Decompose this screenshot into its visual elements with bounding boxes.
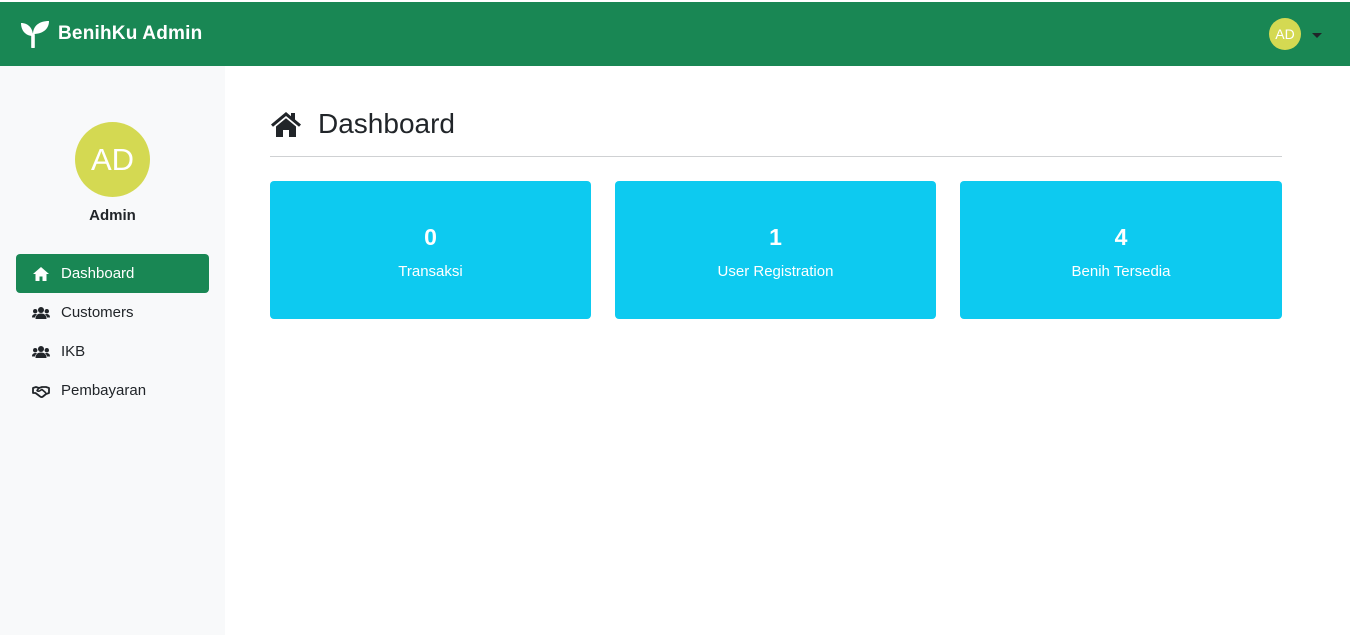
stat-card-benih-tersedia[interactable]: 4 Benih Tersedia [960,181,1282,319]
sidebar-nav: Dashboard Customers IKB Pembayaran [16,254,209,410]
sidebar-item-dashboard[interactable]: Dashboard [16,254,209,293]
profile-avatar: AD [75,122,150,197]
sidebar-item-label: IKB [61,343,86,360]
caret-down-icon[interactable] [1312,32,1322,38]
home-icon [271,112,301,137]
top-navbar: BenihKu Admin AD [0,2,1350,66]
stat-label: Benih Tersedia [1071,263,1171,280]
seedling-icon [21,21,49,48]
stat-value: 0 [424,224,437,250]
stat-value: 4 [1114,224,1128,250]
sidebar-item-pembayaran[interactable]: Pembayaran [16,371,209,410]
sidebar-item-ikb[interactable]: IKB [16,332,209,371]
brand-name: BenihKu Admin [58,23,203,44]
user-menu-toggle[interactable]: AD [1269,18,1322,50]
sidebar-item-label: Customers [61,304,134,321]
brand-link[interactable]: BenihKu Admin [20,20,202,48]
page-title: Dashboard [318,108,455,139]
sidebar-item-label: Dashboard [61,265,135,282]
sidebar-item-customers[interactable]: Customers [16,293,209,332]
handshake-icon [32,385,50,398]
stat-label: Transaksi [398,263,463,280]
sidebar-item-label: Pembayaran [61,382,147,399]
header-divider [270,156,1282,157]
stat-card-user-registration[interactable]: 1 User Registration [615,181,936,319]
users-icon [32,345,50,358]
stat-value: 1 [769,224,782,250]
home-icon [33,266,49,281]
users-icon [32,306,50,319]
sidebar: AD Admin Dashboard Customers IKB Pembaya… [0,66,225,635]
page-header: Dashboard [270,108,455,140]
stats-cards: 0 Transaksi 1 User Registration 4 Benih … [270,181,1282,319]
user-avatar[interactable]: AD [1269,18,1301,50]
profile-name: Admin [89,207,136,224]
stat-label: User Registration [717,263,834,280]
stat-card-transaksi[interactable]: 0 Transaksi [270,181,591,319]
